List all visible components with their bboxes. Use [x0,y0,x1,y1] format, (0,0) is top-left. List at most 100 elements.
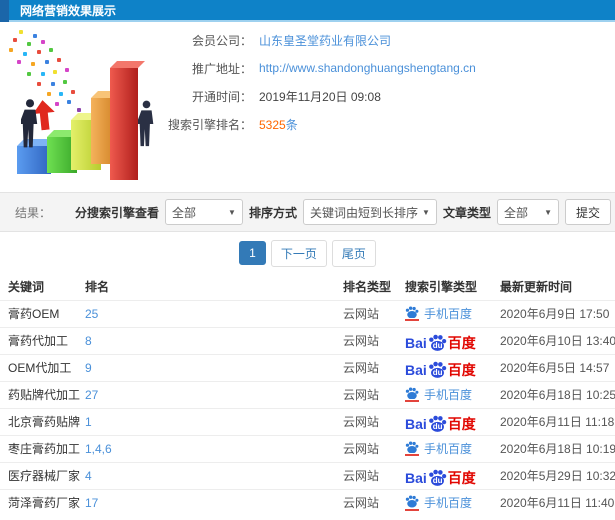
table-row: 膏药代加工 8 云网站 Bai du 百度 2020年6月10日 13:40 [0,326,615,354]
baidu-logo: Bai du 百度 [405,331,476,351]
article-type-select[interactable]: 全部 ▼ [496,199,559,225]
rank-link[interactable]: 1,4,6 [85,442,112,456]
rank-cell: 4 [85,461,343,489]
rank-type-cell: 云网站 [343,380,405,408]
baidu-logo-bai: Bai [405,469,427,486]
keyword-cell: 北京膏药贴牌 [0,407,85,435]
page-1-button[interactable]: 1 [239,241,266,265]
company-link[interactable]: 山东皇圣堂药业有限公司 [259,32,391,49]
rank-type-cell: 云网站 [343,461,405,489]
header-keyword: 关键词 [8,280,45,295]
baidu-logo-du: du [432,340,443,350]
url-label: 推广地址： [191,61,252,76]
rank-link[interactable]: 9 [85,361,92,375]
table-row: OEM代加工 9 云网站 Bai du 百度 2020年6月5日 14:57 [0,353,615,381]
rank-count-link[interactable]: 5325条 [259,116,298,133]
baidu-paw-icon [405,441,419,457]
mobile-baidu-logo: 手机百度 [405,494,472,511]
rank-type-cell: 云网站 [343,407,405,435]
next-page-button[interactable]: 下一页 [270,239,327,267]
submit-button[interactable]: 提交 [564,199,611,225]
updated-cell: 2020年6月10日 13:40 [500,326,615,354]
rank-type-cell: 云网站 [343,326,405,354]
baidu-logo-bai: Bai [405,334,427,351]
info-row-rank-count: 搜索引擎排名： 5325条 [160,116,476,132]
updated-cell: 2020年6月18日 10:25 [500,380,615,408]
sort-select[interactable]: 关键词由短到长排序 ▼ [302,199,437,225]
rank-link[interactable]: 25 [85,307,98,321]
rank-link[interactable]: 4 [85,469,92,483]
baidu-paw-icon: du [428,361,447,380]
page-title: 网络营销效果展示 [20,4,117,18]
engine-cell: Bai du 百度 [405,353,500,381]
promotion-url-link[interactable]: http://www.shandonghuangshengtang.cn [259,61,476,75]
rank-cell: 9 [85,353,343,381]
chart-bar-red [110,68,138,180]
updated-cell: 2020年6月18日 10:19 [500,434,615,462]
last-page-button[interactable]: 尾页 [331,239,376,267]
keyword-cell: 菏泽膏药厂家 [0,488,85,516]
company-label: 会员公司： [191,33,252,48]
header-engine-type: 搜索引擎类型 [405,280,478,295]
rank-count-label: 搜索引擎排名： [167,117,252,132]
rank-cell: 8 [85,326,343,354]
keyword-cell: 膏药代加工 [0,326,85,354]
growth-chart-illustration [5,30,185,186]
table-header-row: 关键词 排名 排名类型 搜索引擎类型 最新更新时间 [0,274,615,300]
engine-cell: 手机百度 [405,434,500,462]
mobile-baidu-label: 手机百度 [424,442,473,456]
keyword-cell: 医疗器械厂家 [0,461,85,489]
keyword-cell: 药贴牌代加工 [0,380,85,408]
summary-section: 会员公司： 山东皇圣堂药业有限公司 推广地址： http://www.shand… [0,22,615,192]
engine-filter-select[interactable]: 全部 ▼ [164,199,243,225]
rank-cell: 1 [85,407,343,435]
mobile-baidu-logo: 手机百度 [405,440,472,457]
rank-cell: 17 [85,488,343,516]
baidu-paw-icon [405,387,419,403]
table-row: 北京膏药贴牌 1 云网站 Bai du 百度 2020年6月11日 11:18 [0,407,615,435]
table-row: 膏药OEM 25 云网站 手机百度 2020年6月9日 17:50 [0,299,615,327]
header-rank-type: 排名类型 [343,280,392,295]
rank-link[interactable]: 1 [85,415,92,429]
baidu-paw-icon: du [428,415,447,434]
mobile-baidu-logo: 手机百度 [405,386,472,403]
rank-count-suffix: 条 [285,117,298,132]
updated-cell: 2020年6月5日 14:57 [500,353,615,381]
confetti-particles [19,30,23,34]
baidu-logo-cn: 百度 [447,361,476,378]
keyword-cell: 枣庄膏药加工 [0,434,85,462]
mobile-baidu-logo: 手机百度 [405,305,472,322]
rank-link[interactable]: 27 [85,388,98,402]
businessman-figure [138,100,154,147]
engine-cell: 手机百度 [405,488,500,516]
mobile-baidu-label: 手机百度 [424,496,473,511]
rank-type-cell: 云网站 [343,434,405,462]
keyword-cell: 膏药OEM [0,299,85,327]
company-info-list: 会员公司： 山东皇圣堂药业有限公司 推广地址： http://www.shand… [160,32,476,144]
engine-filter-label: 分搜索引擎查看 [74,205,159,220]
mobile-baidu-label: 手机百度 [424,307,473,321]
baidu-logo: Bai du 百度 [405,358,476,380]
info-row-url: 推广地址： http://www.shandonghuangshengtang.… [160,60,476,76]
rank-link[interactable]: 8 [85,334,92,348]
pagination: 1 下一页 尾页 [0,232,615,274]
baidu-logo-bai: Bai [405,415,427,432]
info-row-opened: 开通时间： 2019年11月20日 09:08 [160,88,476,104]
table-row: 枣庄膏药加工 1,4,6 云网站 手机百度 2020年6月18日 10:19 [0,434,615,462]
rank-link[interactable]: 17 [85,496,98,510]
header-updated: 最新更新时间 [500,280,573,295]
sort-label: 排序方式 [248,205,297,220]
rank-count-number: 5325 [259,117,286,132]
baidu-logo: Bai du 百度 [405,412,476,434]
sort-value: 关键词由短到长排序 [309,205,418,220]
baidu-logo-cn: 百度 [447,334,476,351]
chevron-down-icon: ▼ [422,207,430,217]
baidu-logo: Bai du 百度 [405,466,476,486]
table-row: 医疗器械厂家 4 云网站 Bai du 百度 2020年5月29日 10:32 [0,461,615,489]
chevron-down-icon: ▼ [544,207,552,217]
filter-controls: 分搜索引擎查看 全部 ▼ 排序方式 关键词由短到长排序 ▼ 文章类型 全部 ▼ … [75,199,611,225]
rank-cell: 1,4,6 [85,434,343,462]
engine-cell: 手机百度 [405,380,500,408]
filter-bar: 结果： 分搜索引擎查看 全部 ▼ 排序方式 关键词由短到长排序 ▼ 文章类型 全… [0,192,615,232]
info-row-company: 会员公司： 山东皇圣堂药业有限公司 [160,32,476,48]
